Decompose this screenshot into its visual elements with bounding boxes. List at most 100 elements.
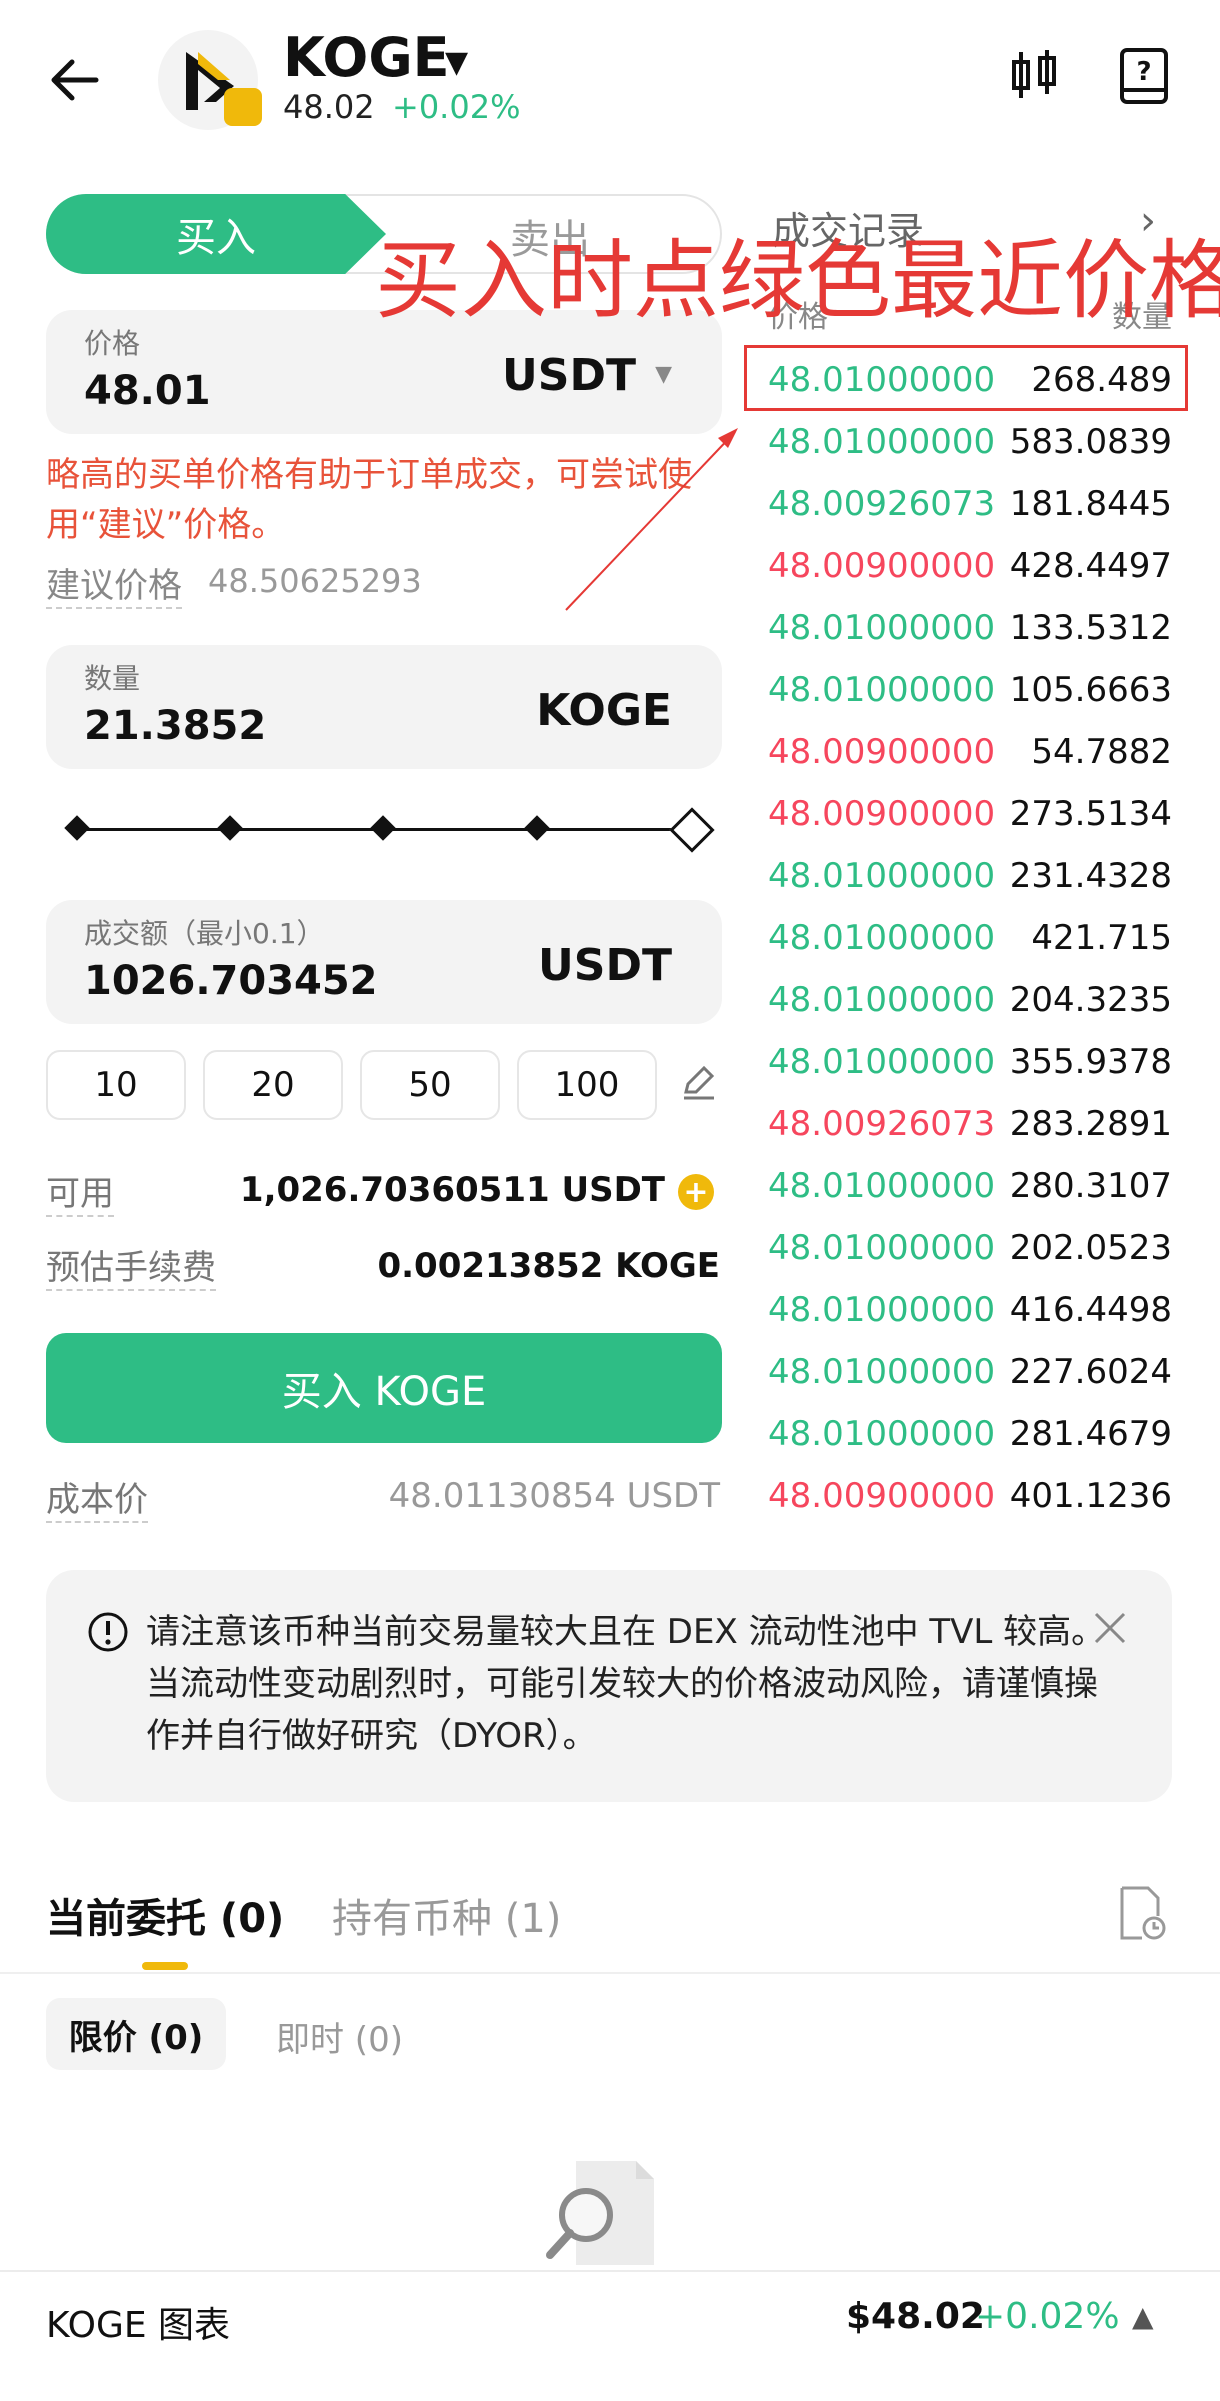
trade-price[interactable]: 48.00900000 [768,1476,995,1516]
price-value[interactable]: 48.01 [84,368,211,414]
fee-value: 0.00213852 KOGE [377,1246,720,1286]
token-logo [158,30,262,130]
trade-price[interactable]: 48.01000000 [768,1228,995,1268]
tab-holdings[interactable]: 持有币种 (1) [332,1886,561,1944]
trade-row[interactable]: 48.00926073 181.8445 [768,484,1172,546]
slider-handle[interactable] [669,807,715,853]
available-value: 1,026.70360511 USDT [239,1170,665,1210]
trade-quantity: 133.5312 [1009,608,1172,648]
trade-row[interactable]: 48.01000000 204.3235 [768,980,1172,1042]
trade-price[interactable]: 48.01000000 [768,1352,995,1392]
trade-quantity: 202.0523 [1009,1228,1172,1268]
trade-row[interactable]: 48.01000000 231.4328 [768,856,1172,918]
trade-quantity: 231.4328 [1009,856,1172,896]
trade-price[interactable]: 48.01000000 [768,918,995,958]
trade-price[interactable]: 48.01000000 [768,608,995,648]
trade-row[interactable]: 48.01000000 202.0523 [768,1228,1172,1290]
trade-quantity: 583.0839 [1009,422,1172,462]
trade-price[interactable]: 48.01000000 [768,856,995,896]
quick-amount-button[interactable]: 50 [360,1050,500,1120]
order-history-icon[interactable] [1114,1884,1168,1942]
trade-price[interactable]: 48.01000000 [768,670,995,710]
header-price: 48.02 [283,88,375,126]
close-icon[interactable] [1090,1608,1130,1648]
trade-row[interactable]: 48.00926073 283.2891 [768,1104,1172,1166]
chart-footer-label[interactable]: KOGE 图表 [46,2296,230,2348]
cost-label[interactable]: 成本价 [46,1472,148,1523]
trade-price[interactable]: 48.01000000 [768,422,995,462]
trade-price[interactable]: 48.01000000 [768,1166,995,1206]
trade-row[interactable]: 48.01000000 355.9378 [768,1042,1172,1104]
trade-row[interactable]: 48.00900000 428.4497 [768,546,1172,608]
header-change: +0.02% [392,88,521,126]
trade-row[interactable]: 48.00900000 54.7882 [768,732,1172,794]
price-unit[interactable]: USDT [502,350,636,401]
trade-row[interactable]: 48.01000000 133.5312 [768,608,1172,670]
available-label: 可用 [46,1166,114,1217]
back-arrow-icon[interactable] [46,50,106,110]
trade-quantity: 181.8445 [1009,484,1172,524]
slider-step-50[interactable] [370,815,396,841]
edit-pencil-icon[interactable] [678,1062,718,1102]
filter-instant[interactable]: 即时 (0) [276,2012,403,2061]
trade-quantity: 421.715 [1031,918,1172,958]
trade-price[interactable]: 48.01000000 [768,980,995,1020]
fee-label[interactable]: 预估手续费 [46,1240,216,1291]
trade-row[interactable]: 48.00900000 401.1236 [768,1476,1172,1538]
quick-amount-button[interactable]: 20 [203,1050,343,1120]
candlestick-chart-icon[interactable] [1004,46,1064,106]
trade-row[interactable]: 48.01000000 280.3107 [768,1166,1172,1228]
trade-quantity: 281.4679 [1009,1414,1172,1454]
empty-state-search-icon [546,2161,654,2265]
filter-limit[interactable]: 限价 (0) [46,1998,226,2070]
amount-value[interactable]: 1026.703452 [84,958,378,1004]
trade-price[interactable]: 48.00900000 [768,794,995,834]
trade-row[interactable]: 48.00900000 273.5134 [768,794,1172,856]
trade-quantity: 401.1236 [1009,1476,1172,1516]
slider-step-75[interactable] [524,815,550,841]
trade-price[interactable]: 48.00900000 [768,546,995,586]
trade-row[interactable]: 48.01000000 281.4679 [768,1414,1172,1476]
trade-row[interactable]: 48.01000000 105.6663 [768,670,1172,732]
amount-unit: USDT [538,940,672,991]
trade-row[interactable]: 48.01000000 416.4498 [768,1290,1172,1352]
trade-price[interactable]: 48.00926073 [768,1104,995,1144]
tab-buy[interactable]: 买入 [46,194,386,274]
quick-amount-button[interactable]: 10 [46,1050,186,1120]
deposit-plus-icon[interactable]: + [678,1174,714,1210]
trade-row[interactable]: 48.01000000 421.715 [768,918,1172,980]
quick-amount-button[interactable]: 100 [517,1050,657,1120]
quantity-unit: KOGE [536,685,672,736]
trade-row[interactable]: 48.01000000 583.0839 [768,422,1172,484]
amount-field[interactable]: 成交额（最小0.1） 1026.703452 USDT [46,900,722,1024]
slider-step-0[interactable] [64,815,90,841]
quantity-label: 数量 [84,662,141,695]
suggested-price-label[interactable]: 建议价格 [46,558,182,609]
trade-price[interactable]: 48.01000000 [768,1414,995,1454]
svg-text:?: ? [1136,57,1151,87]
trade-quantity: 416.4498 [1009,1290,1172,1330]
trade-price[interactable]: 48.00900000 [768,732,995,772]
trade-price[interactable]: 48.01000000 [768,1290,995,1330]
buy-koge-button[interactable]: 买入 KOGE [46,1333,722,1443]
trade-row[interactable]: 48.01000000 227.6024 [768,1352,1172,1414]
token-title[interactable]: KOGE [283,26,450,89]
unit-dropdown-icon[interactable]: ▼ [655,362,672,387]
trade-price[interactable]: 48.00926073 [768,484,995,524]
expand-up-icon[interactable]: ▲ [1132,2300,1154,2333]
quantity-value[interactable]: 21.3852 [84,703,266,749]
amount-label: 成交额（最小0.1） [84,917,325,950]
dropdown-caret-icon[interactable]: ▼ [445,45,468,80]
trade-quantity: 227.6024 [1009,1352,1172,1392]
risk-notice: 请注意该币种当前交易量较大且在 DEX 流动性池中 TVL 较高。当流动性变动剧… [46,1570,1172,1802]
trade-quantity: 355.9378 [1009,1042,1172,1082]
trade-quantity: 54.7882 [1031,732,1172,772]
guide-book-icon[interactable]: ? [1114,46,1174,106]
quantity-field[interactable]: 数量 21.3852 KOGE [46,645,722,769]
trade-price[interactable]: 48.01000000 [768,1042,995,1082]
suggested-price-value[interactable]: 48.50625293 [208,562,422,600]
slider-step-25[interactable] [217,815,243,841]
footer-change: +0.02% [975,2296,1120,2337]
trade-quantity: 204.3235 [1009,980,1172,1020]
tab-open-orders[interactable]: 当前委托 (0) [46,1886,284,1944]
